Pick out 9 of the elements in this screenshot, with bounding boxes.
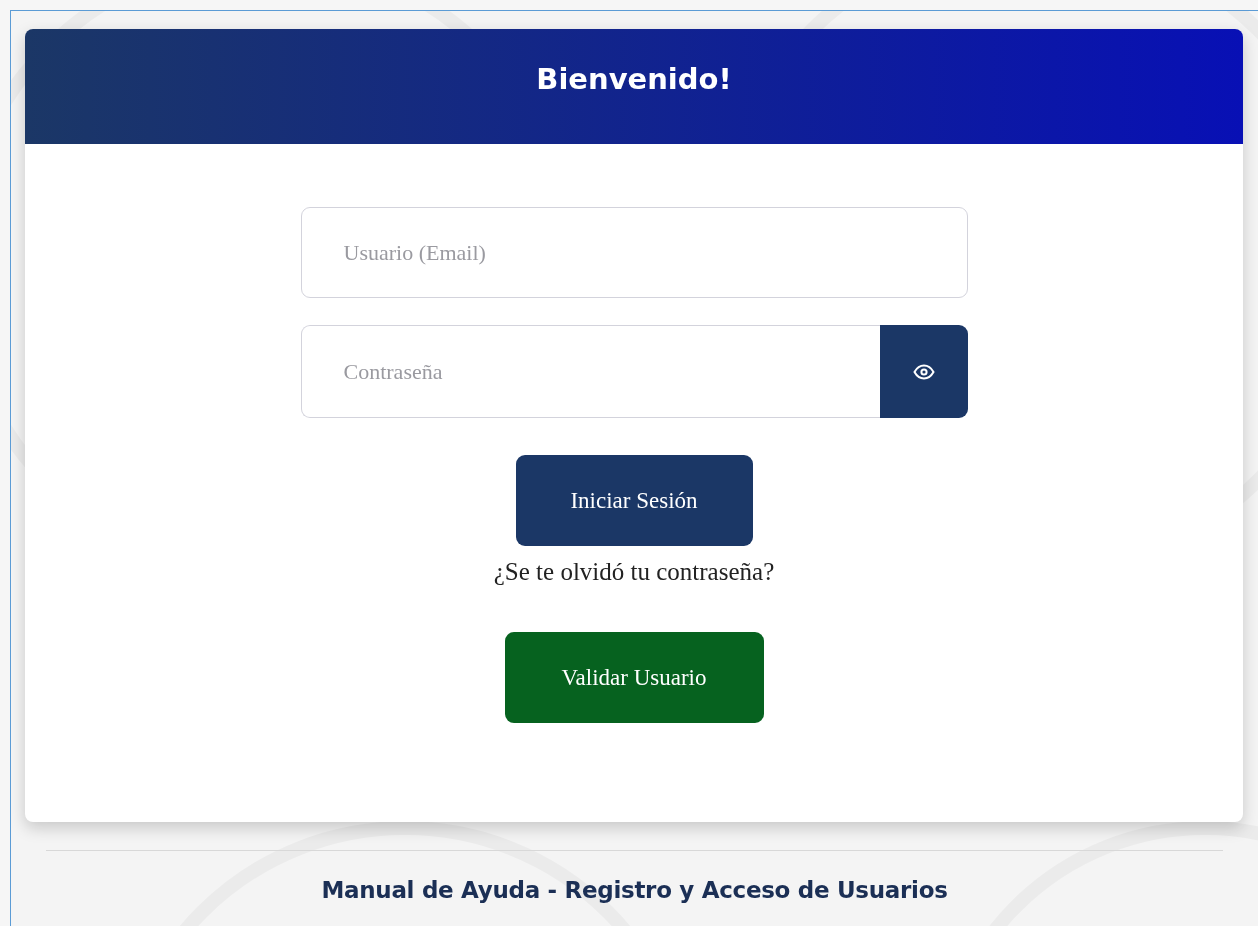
password-field[interactable]: Contraseña xyxy=(300,325,880,418)
forgot-password-link[interactable]: ¿Se te olvidó tu contraseña? xyxy=(493,558,775,586)
help-manual-link[interactable]: Manual de Ayuda - Registro y Acceso de Usuarios xyxy=(321,877,948,903)
login-button[interactable]: Iniciar Sesión xyxy=(515,455,753,546)
show-password-button[interactable] xyxy=(879,325,968,418)
welcome-title: Bienvenido! xyxy=(536,62,732,96)
username-field[interactable]: Usuario (Email) xyxy=(300,207,968,298)
validate-user-button[interactable]: Validar Usuario xyxy=(504,632,764,723)
eye-icon xyxy=(912,363,935,380)
